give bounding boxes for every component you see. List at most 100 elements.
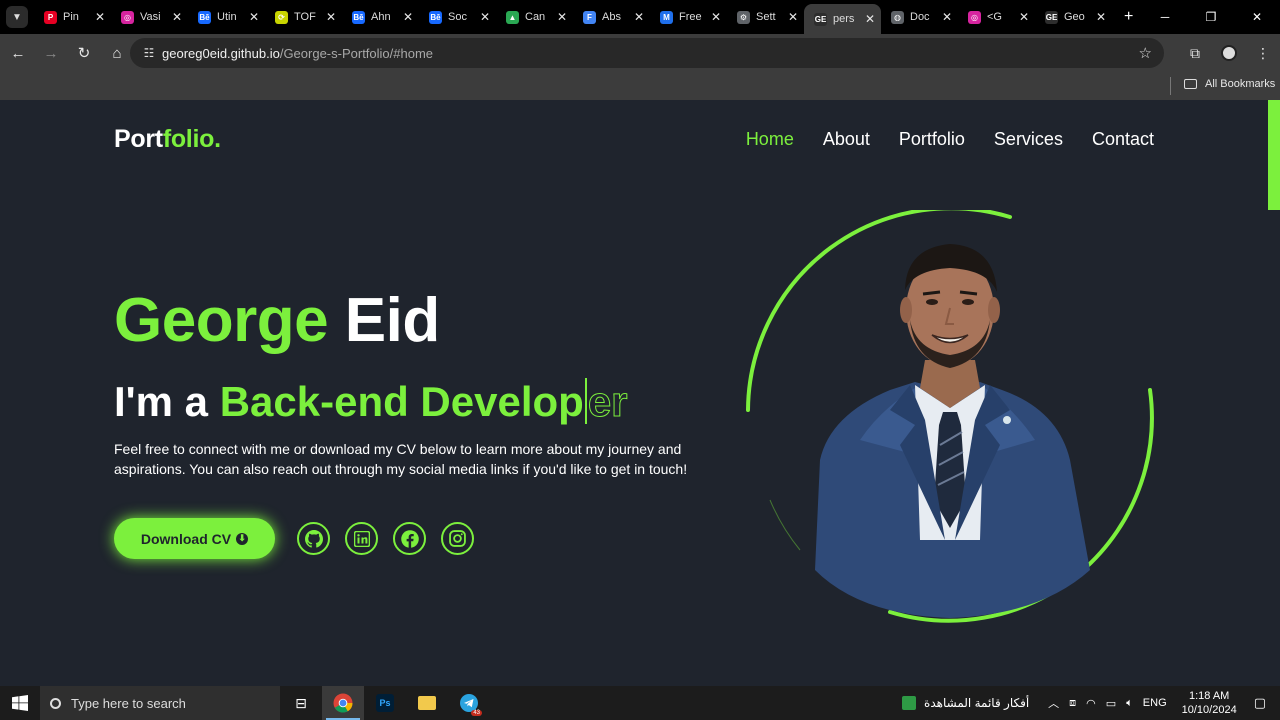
browser-tab[interactable]: ◎ <G ✕ [958,3,1035,31]
tab-title: Soc [448,11,467,23]
tab-close-icon[interactable]: ✕ [326,10,336,24]
site-logo[interactable]: Portfolio. [114,125,221,154]
tab-close-icon[interactable]: ✕ [249,10,259,24]
tab-close-icon[interactable]: ✕ [865,12,875,26]
telegram-taskbar-button[interactable]: 43 [448,686,490,720]
tab-favicon-icon: GE [814,12,827,26]
browser-tab[interactable]: GE pers ✕ [804,4,881,34]
hero-first-name: George [114,286,329,355]
news-widget-text[interactable]: أفكار قائمة المشاهدة [924,696,1029,710]
instagram-icon [449,530,466,547]
browser-tab[interactable]: Bē Utin ✕ [188,3,265,31]
telegram-badge: 43 [471,710,482,716]
all-bookmarks-button[interactable]: All Bookmarks [1184,78,1275,90]
tab-close-icon[interactable]: ✕ [711,10,721,24]
site-info-icon[interactable]: ☷ [138,46,160,60]
instagram-link[interactable] [441,522,474,555]
show-hidden-icons-icon[interactable]: ︿ [1048,695,1059,711]
tab-close-icon[interactable]: ✕ [557,10,567,24]
task-view-icon: ⊟ [295,694,307,711]
tab-title: TOF [294,11,316,23]
tab-favicon-icon: ◎ [121,10,134,24]
bookmark-star-icon[interactable]: ☆ [1139,44,1152,62]
profile-avatar[interactable] [1221,45,1237,61]
taskbar-search[interactable]: Type here to search [40,686,280,720]
browser-tab[interactable]: F Abs ✕ [573,3,650,31]
tab-favicon-icon: F [583,10,596,24]
tab-favicon-icon: ⟳ [275,10,288,24]
tab-close-icon[interactable]: ✕ [634,10,644,24]
linkedin-link[interactable] [345,522,378,555]
tab-close-icon[interactable]: ✕ [942,10,952,24]
new-tab-button[interactable]: + [1124,8,1133,26]
facebook-link[interactable] [393,522,426,555]
download-cv-button[interactable]: Download CV ⬇ [114,518,275,559]
tab-close-icon[interactable]: ✕ [1019,10,1029,24]
nav-services[interactable]: Services [994,129,1063,150]
tab-favicon-icon: ◎ [968,10,981,24]
forward-button[interactable]: → [36,38,66,68]
wifi-icon[interactable]: ◠ [1086,697,1096,710]
main-nav: Home About Portfolio Services Contact [746,129,1154,150]
browser-tab[interactable]: ◍ Doc ✕ [881,3,958,31]
meet-now-icon[interactable]: ⧈ [1069,697,1076,710]
window-controls: ─ ❐ ✕ [1142,0,1280,34]
system-tray: أفكار قائمة المشاهدة ︿ ⧈ ◠ ▭ 🔈︎ ENG 1:18… [902,686,1280,720]
tab-title: Ahn [371,11,391,23]
github-link[interactable] [297,522,330,555]
volume-icon[interactable]: 🔈︎ [1126,697,1133,710]
tab-favicon-icon: ⚙ [737,10,750,24]
minimize-button[interactable]: ─ [1142,0,1188,34]
browser-tab[interactable]: ⚙ Sett ✕ [727,3,804,31]
tab-close-icon[interactable]: ✕ [788,10,798,24]
maximize-button[interactable]: ❐ [1188,0,1234,34]
tab-close-icon[interactable]: ✕ [1096,10,1106,24]
url-host: georeg0eid.github.io [162,45,280,61]
tab-close-icon[interactable]: ✕ [172,10,182,24]
nav-portfolio[interactable]: Portfolio [899,129,965,150]
nav-about[interactable]: About [823,129,870,150]
role-typed: Back-end Develop [219,378,584,425]
taskbar-clock[interactable]: 1:18 AM 10/10/2024 [1182,689,1237,717]
browser-tab[interactable]: ⟳ TOF ✕ [265,3,342,31]
start-button[interactable] [0,686,40,720]
nav-contact[interactable]: Contact [1092,129,1154,150]
tab-close-icon[interactable]: ✕ [95,10,105,24]
back-button[interactable]: ← [3,38,33,68]
chrome-taskbar-button[interactable] [322,686,364,720]
github-icon [304,529,323,548]
tab-search-button[interactable]: ▼ [6,6,28,28]
browser-tab[interactable]: ▲ Can ✕ [496,3,573,31]
scroll-indicator[interactable] [1268,100,1280,210]
reload-button[interactable]: ↻ [69,38,99,68]
file-explorer-taskbar-button[interactable] [406,686,448,720]
tab-close-icon[interactable]: ✕ [480,10,490,24]
photoshop-taskbar-button[interactable]: Ps [364,686,406,720]
browser-tab[interactable]: Bē Soc ✕ [419,3,496,31]
facebook-icon [400,529,419,548]
news-widget-icon[interactable] [902,696,917,710]
browser-tab[interactable]: Bē Ahn ✕ [342,3,419,31]
browser-tab[interactable]: ◎ Vasi ✕ [111,3,188,31]
browser-tab[interactable]: P Pin ✕ [34,3,111,31]
close-window-button[interactable]: ✕ [1234,0,1280,34]
task-view-button[interactable]: ⊟ [280,686,322,720]
taskbar-search-placeholder: Type here to search [71,695,186,711]
clock-time: 1:18 AM [1188,690,1230,702]
tab-close-icon[interactable]: ✕ [403,10,413,24]
home-button[interactable]: ⌂ [102,38,132,68]
notifications-icon[interactable]: ▢ [1254,695,1266,711]
portfolio-page: Portfolio. Home About Portfolio Services… [0,100,1280,686]
bookmarks-bar: All Bookmarks [0,72,1280,100]
nav-home[interactable]: Home [746,129,794,150]
language-indicator[interactable]: ENG [1143,697,1167,709]
photoshop-icon: Ps [376,694,394,712]
browser-tab[interactable]: M Free ✕ [650,3,727,31]
extensions-icon[interactable]: ⧉ [1178,45,1212,62]
address-bar[interactable]: ☷ georeg0eid.github.io/George-s-Portfoli… [130,38,1164,68]
battery-icon[interactable]: ▭ [1106,697,1116,710]
tab-title: Geo [1064,11,1085,23]
profile-photo [746,206,1154,623]
menu-kebab-icon[interactable]: ⋮ [1246,45,1280,62]
browser-tab[interactable]: GE Geo ✕ [1035,3,1112,31]
